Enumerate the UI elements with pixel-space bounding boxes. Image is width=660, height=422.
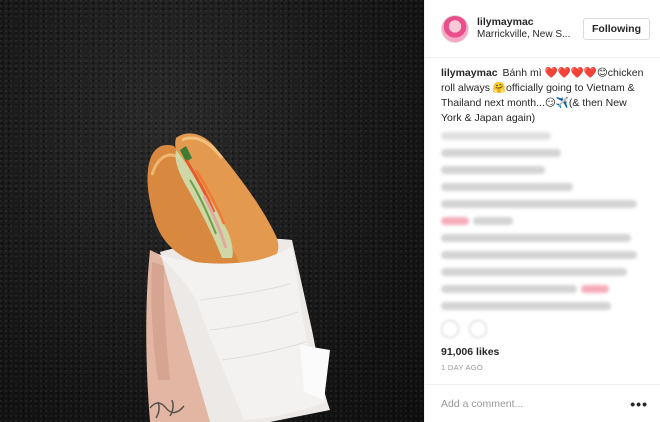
banh-mi-image: [146, 133, 330, 422]
author-info: lilymaymac Marrickville, New S...: [477, 16, 579, 42]
avatar[interactable]: [441, 14, 469, 43]
blurred-comment: [441, 165, 545, 174]
instagram-post: lilymaymac Marrickville, New S... Follow…: [0, 0, 660, 422]
blurred-comment: [441, 148, 561, 157]
post-photo[interactable]: [0, 0, 424, 422]
caption: lilymaymac Bánh mì ❤️❤️❤️❤️😊chicken roll…: [441, 66, 644, 126]
heart-icon[interactable]: [441, 320, 459, 338]
post-side-panel: lilymaymac Marrickville, New S... Follow…: [424, 0, 660, 422]
blurred-comment: [441, 301, 611, 310]
action-bar: [425, 314, 660, 344]
post-header: lilymaymac Marrickville, New S... Follow…: [425, 0, 660, 58]
blurred-comment: [441, 250, 637, 259]
comment-icon[interactable]: [469, 320, 487, 338]
caption-username[interactable]: lilymaymac: [441, 67, 498, 79]
add-comment-bar: •••: [425, 384, 660, 422]
comment-input[interactable]: [441, 397, 631, 410]
following-button[interactable]: Following: [583, 17, 650, 40]
blurred-comment: [441, 267, 627, 276]
location-link[interactable]: Marrickville, New S...: [477, 29, 579, 42]
blurred-comment: [441, 233, 631, 242]
blurred-comment: [441, 199, 637, 208]
likes-count[interactable]: 91,006 likes: [425, 344, 660, 360]
username-link[interactable]: lilymaymac: [477, 16, 579, 29]
blurred-comment: [441, 216, 644, 225]
blurred-comment: [441, 284, 644, 293]
comments-list[interactable]: lilymaymac Bánh mì ❤️❤️❤️❤️😊chicken roll…: [425, 58, 660, 314]
more-options-icon[interactable]: •••: [630, 397, 648, 411]
blurred-comment: [441, 182, 573, 191]
blurred-load-more: [441, 131, 551, 140]
post-timestamp: 1 DAY AGO: [441, 363, 484, 372]
